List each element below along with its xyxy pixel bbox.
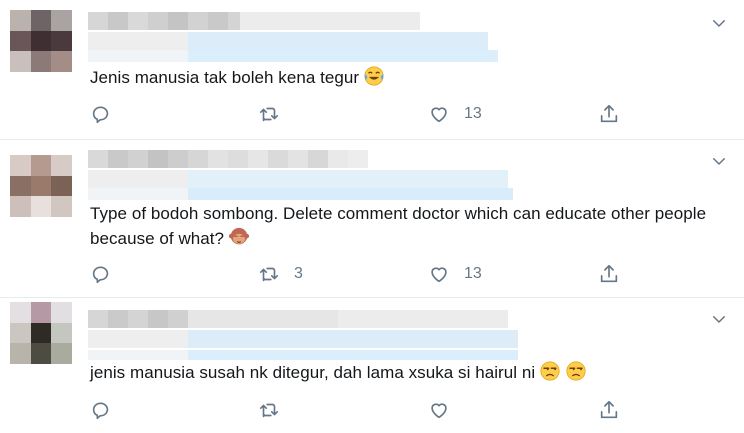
unamused-face-icon	[540, 361, 560, 381]
chevron-down-icon	[713, 316, 725, 323]
author-handle-blurred	[88, 330, 518, 348]
comment[interactable]: Type of bodoh sombong. Delete comment do…	[0, 140, 744, 298]
action-bar: 3 13	[90, 262, 650, 286]
comment-text: jenis manusia susah nk ditegur, dah lama…	[90, 360, 720, 385]
author-name-blurred[interactable]	[88, 150, 368, 168]
chevron-down-icon	[713, 20, 725, 27]
like-button[interactable]: 13	[428, 102, 482, 126]
share-icon	[600, 104, 618, 123]
chevron-down-icon	[713, 158, 725, 165]
comment[interactable]: jenis manusia susah nk ditegur, dah lama…	[0, 298, 744, 433]
share-icon	[600, 264, 618, 283]
reply-icon	[92, 402, 109, 420]
avatar[interactable]	[10, 302, 72, 364]
retweet-icon	[259, 107, 279, 122]
reply-context-blurred	[88, 188, 513, 200]
share-button[interactable]	[598, 398, 620, 422]
like-button[interactable]	[428, 398, 464, 422]
retweet-icon	[259, 267, 279, 282]
retweet-icon	[259, 403, 279, 418]
share-icon	[600, 400, 618, 419]
comment-body: Jenis manusia tak boleh kena tegur	[90, 68, 360, 87]
avatar[interactable]	[10, 10, 72, 72]
comment-text: Type of bodoh sombong. Delete comment do…	[90, 202, 720, 251]
retweet-count: 3	[294, 265, 303, 282]
reply-context-blurred	[88, 350, 518, 360]
author-name-blurred[interactable]	[88, 12, 420, 30]
share-button[interactable]	[598, 262, 620, 286]
share-button[interactable]	[598, 102, 620, 126]
reply-icon	[92, 266, 109, 284]
like-icon	[431, 267, 447, 283]
reply-button[interactable]	[90, 398, 126, 422]
comment-feed: Jenis manusia tak boleh kena tegur 13 Ty…	[0, 0, 744, 433]
more-options-button[interactable]	[710, 310, 728, 328]
retweet-button[interactable]: 3	[258, 262, 303, 286]
comment[interactable]: Jenis manusia tak boleh kena tegur 13	[0, 0, 744, 140]
like-icon	[431, 403, 447, 419]
author-name-blurred[interactable]	[88, 310, 508, 328]
action-bar	[90, 398, 650, 422]
like-count: 13	[464, 105, 482, 122]
like-icon	[431, 107, 447, 123]
reply-context-blurred	[88, 50, 498, 62]
more-options-button[interactable]	[710, 14, 728, 32]
comment-body: jenis manusia susah nk ditegur, dah lama…	[90, 363, 536, 382]
retweet-button[interactable]	[258, 102, 294, 126]
avatar[interactable]	[10, 155, 72, 217]
unamused-face-icon	[566, 361, 586, 381]
reply-button[interactable]	[90, 102, 126, 126]
see-no-evil-monkey-icon	[228, 227, 250, 245]
like-button[interactable]: 13	[428, 262, 482, 286]
face-with-tears-of-joy-icon	[364, 66, 384, 86]
comment-body: Type of bodoh sombong. Delete comment do…	[90, 204, 707, 248]
reply-button[interactable]	[90, 262, 126, 286]
retweet-button[interactable]	[258, 398, 294, 422]
author-handle-blurred	[88, 170, 508, 188]
more-options-button[interactable]	[710, 152, 728, 170]
author-handle-blurred	[88, 32, 488, 50]
reply-icon	[92, 106, 109, 124]
comment-text: Jenis manusia tak boleh kena tegur	[90, 65, 720, 90]
action-bar: 13	[90, 102, 650, 126]
like-count: 13	[464, 265, 482, 282]
